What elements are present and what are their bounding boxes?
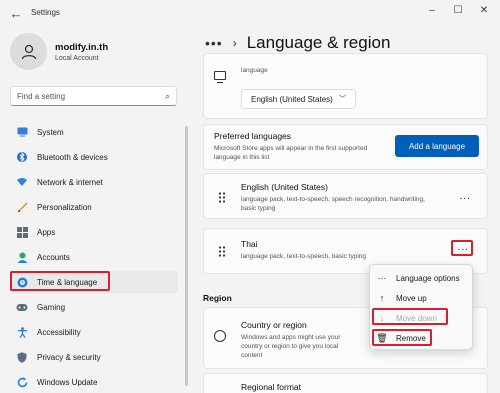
more-options-button[interactable]: ··· [455, 191, 475, 205]
person-icon [21, 44, 36, 59]
accessibility-icon [16, 326, 28, 338]
sidebar-item-system[interactable]: System [10, 121, 178, 143]
close-button[interactable]: ✕ [474, 3, 494, 19]
page-title: Language & region [246, 33, 391, 52]
sidebar-item-accounts[interactable]: Accounts [10, 246, 178, 268]
wifi-icon [16, 176, 28, 188]
gamepad-icon [16, 301, 28, 313]
sidebar-item-windows-update[interactable]: Windows Update [10, 371, 178, 393]
language-row-english[interactable]: English (United States) language pack, t… [203, 173, 488, 219]
preferred-languages-description: Microsoft Store apps will appear in the … [214, 145, 368, 161]
arrow-up-icon: ↑ [379, 293, 385, 303]
menu-item-language-options[interactable]: ··· Language options [376, 269, 460, 287]
highlight-box-remove [372, 329, 432, 346]
sidebar-item-label: Accessibility [37, 327, 81, 337]
display-language-dropdown[interactable]: English (United States) ﹀ [241, 89, 356, 109]
chevron-down-icon: ﹀ [339, 96, 346, 103]
highlight-box-time-language [10, 271, 110, 291]
highlight-box-more-button [451, 240, 473, 256]
sidebar-item-personalization[interactable]: Personalization [10, 196, 178, 218]
menu-item-label: Language options [396, 273, 460, 283]
language-features: language pack, text-to-speech, basic typ… [241, 253, 367, 260]
regional-format-title: Regional format [241, 382, 302, 392]
sidebar-item-label: Gaming [37, 302, 66, 312]
highlight-box-move-down [372, 308, 448, 325]
dropdown-value: English (United States) [251, 94, 333, 104]
chevron-right-icon: › [232, 36, 237, 50]
search-placeholder: Find a setting [17, 91, 66, 101]
sidebar-item-gaming[interactable]: Gaming [10, 296, 178, 318]
monitor-icon [214, 71, 226, 83]
sidebar-item-label: Network & internet [37, 177, 103, 187]
update-icon [16, 376, 28, 388]
sidebar-item-label: Privacy & security [37, 352, 101, 362]
title-bar: ← Settings – ☐ ✕ [0, 0, 500, 30]
person-icon [16, 251, 28, 263]
add-language-button[interactable]: Add a language [395, 135, 479, 157]
language-name: Thai [241, 239, 258, 249]
menu-item-move-up[interactable]: ↑ Move up [376, 289, 427, 307]
shield-icon [16, 351, 28, 363]
region-section-title: Region [203, 293, 232, 303]
sidebar-item-label: Windows Update [37, 377, 98, 387]
preferred-languages-title: Preferred languages [214, 131, 292, 141]
apps-icon [16, 226, 28, 238]
user-profile[interactable]: modify.in.th Local Account [10, 33, 108, 70]
globe-icon [214, 330, 226, 342]
sidebar-item-label: Accounts [37, 252, 70, 262]
profile-name: modify.in.th [55, 41, 109, 53]
language-features: language pack, text-to-speech, speech re… [241, 196, 425, 212]
drag-handle-icon[interactable] [218, 246, 226, 257]
sidebar-nav: System Bluetooth & devices Network & int… [10, 121, 178, 393]
preferred-languages-card: Preferred languages Microsoft Store apps… [203, 124, 488, 170]
display-language-label: language [241, 67, 268, 74]
country-region-description: Windows and apps might use your country … [241, 334, 341, 359]
profile-account-type: Local Account [55, 54, 99, 62]
search-icon[interactable]: ⌕ [165, 91, 170, 102]
sidebar-item-bluetooth[interactable]: Bluetooth & devices [10, 146, 178, 168]
sidebar-item-apps[interactable]: Apps [10, 221, 178, 243]
monitor-icon [16, 126, 28, 138]
sidebar-item-label: Bluetooth & devices [37, 152, 108, 162]
app-title: Settings [31, 8, 60, 17]
bluetooth-icon [16, 151, 28, 163]
sidebar-item-network[interactable]: Network & internet [10, 171, 178, 193]
sidebar-scrollbar[interactable] [185, 126, 188, 386]
drag-handle-icon[interactable] [218, 192, 226, 203]
more-icon: ··· [377, 273, 387, 283]
maximize-button[interactable]: ☐ [448, 3, 468, 19]
breadcrumb: ••• › Language & region [205, 33, 390, 53]
avatar [10, 33, 47, 70]
language-name: English (United States) [241, 182, 328, 192]
sidebar-item-label: System [37, 127, 64, 137]
country-region-title: Country or region [241, 320, 307, 330]
sidebar-item-accessibility[interactable]: Accessibility [10, 321, 178, 343]
regional-format-card[interactable]: Regional format [203, 373, 488, 393]
sidebar-item-label: Personalization [37, 202, 92, 212]
sidebar-item-label: Apps [37, 227, 56, 237]
search-input[interactable]: Find a setting ⌕ [10, 86, 177, 106]
breadcrumb-more-button[interactable]: ••• [205, 35, 223, 51]
back-arrow-icon[interactable]: ← [8, 6, 24, 21]
windows-display-language-card: language English (United States) ﹀ [203, 53, 488, 119]
minimize-button[interactable]: – [422, 3, 442, 19]
menu-item-label: Move up [396, 293, 427, 303]
brush-icon [16, 201, 28, 213]
sidebar-item-privacy[interactable]: Privacy & security [10, 346, 178, 368]
